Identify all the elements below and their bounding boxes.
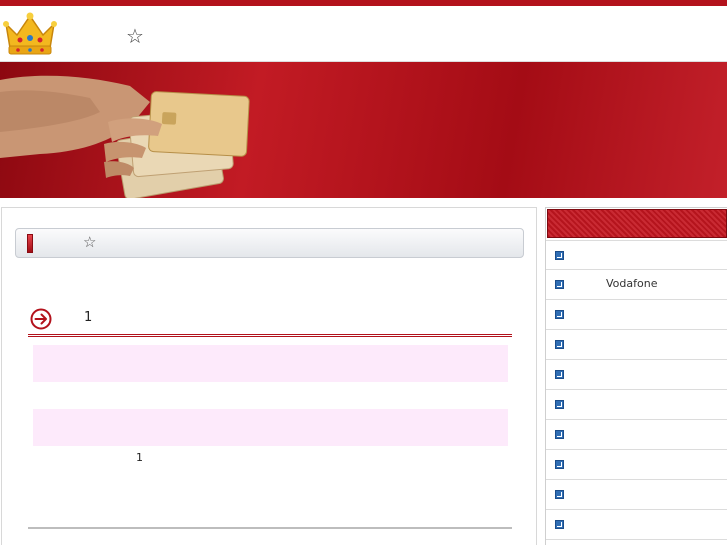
hand-with-cards-image [0, 75, 250, 198]
arrow-box-icon [555, 460, 564, 469]
sidebar: Vodafone [545, 207, 727, 545]
arrow-box-icon [555, 340, 564, 349]
arrow-box-icon [555, 520, 564, 529]
star-icon[interactable]: ☆ [126, 26, 144, 46]
crown-icon[interactable] [2, 10, 58, 56]
arrow-box-icon [555, 370, 564, 379]
section-heading: 1 [28, 305, 512, 337]
sidebar-item-vodafone[interactable]: Vodafone [546, 270, 727, 300]
sidebar-item-label: Vodafone [606, 277, 658, 290]
sidebar-item[interactable] [546, 510, 727, 540]
circle-arrow-right-icon [30, 308, 52, 330]
sidebar-item[interactable] [546, 480, 727, 510]
sidebar-item[interactable] [546, 420, 727, 450]
content-number: 1 [136, 451, 143, 464]
sidebar-item[interactable] [546, 360, 727, 390]
arrow-box-icon [555, 400, 564, 409]
site-header: ☆ [0, 6, 727, 62]
arrow-box-icon [555, 430, 564, 439]
section-number: 1 [84, 310, 93, 325]
main-content-panel: ☆ 1 1 [1, 207, 537, 545]
sidebar-menu: Vodafone [546, 240, 727, 540]
star-icon[interactable]: ☆ [83, 233, 96, 251]
hero-banner [0, 62, 727, 198]
sidebar-item[interactable] [546, 240, 727, 270]
sidebar-item[interactable] [546, 390, 727, 420]
highlight-box [33, 345, 508, 382]
breadcrumb-bar: ☆ [15, 228, 524, 258]
sidebar-item[interactable] [546, 300, 727, 330]
arrow-box-icon [555, 280, 564, 289]
arrow-box-icon [555, 490, 564, 499]
bar-marker [27, 234, 33, 253]
highlight-box [33, 409, 508, 446]
sidebar-item[interactable] [546, 330, 727, 360]
arrow-box-icon [555, 251, 564, 260]
arrow-box-icon [555, 310, 564, 319]
sidebar-header [547, 209, 727, 238]
sidebar-item[interactable] [546, 450, 727, 480]
divider [28, 527, 512, 529]
